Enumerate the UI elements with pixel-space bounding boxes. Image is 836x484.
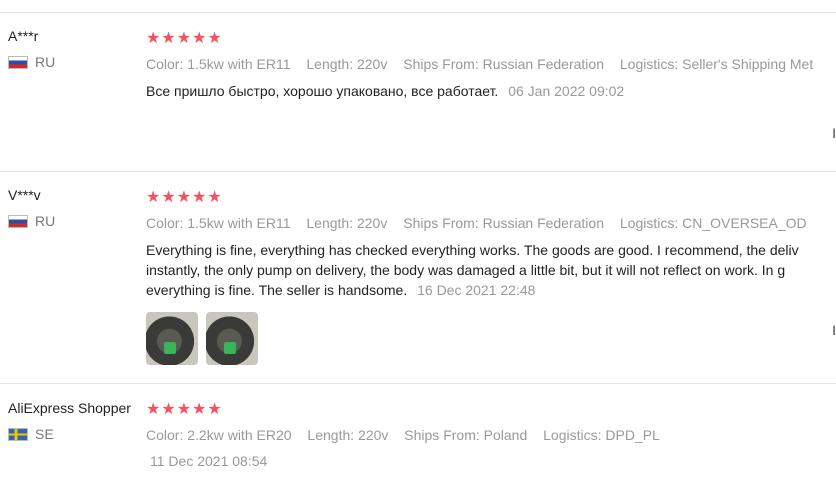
russia-flag-icon xyxy=(8,55,28,69)
logistics-label: Logistics: xyxy=(619,56,679,72)
logistics-value: DPD_PL xyxy=(605,427,660,443)
sku-attributes: Color: 1.5kw with ER11 Length: 220v Ship… xyxy=(146,56,836,72)
review-date: 16 Dec 2021 22:48 xyxy=(417,282,536,298)
ships-from-value: Russian Federation xyxy=(482,215,604,231)
review-photo-thumbnail[interactable] xyxy=(146,312,198,365)
review-content: ★★★★★ Color: 2.2kw with ER20 Length: 220… xyxy=(146,401,836,469)
review-item: A***r RU ★★★★★ Color: 1.5kw with ER11 Le… xyxy=(0,12,836,171)
sweden-flag-icon xyxy=(8,427,28,441)
length-value: 220v xyxy=(356,215,388,231)
review-body-line: everything is fine. The seller is handso… xyxy=(146,282,408,298)
helpful-button[interactable]: I xyxy=(832,322,836,338)
country-code: RU xyxy=(35,54,56,70)
length-label: Length: xyxy=(306,215,354,231)
review-text: Все пришло быстро, хорошо упаковано, все… xyxy=(146,81,836,101)
logistics-label: Logistics: xyxy=(543,427,602,443)
length-value: 220v xyxy=(356,56,388,72)
helpful-button[interactable]: I xyxy=(832,125,836,141)
color-label: Color: xyxy=(146,56,184,72)
review-body-line: instantly, the only pump on delivery, th… xyxy=(146,262,786,278)
reviewer-name: A***r xyxy=(8,28,39,44)
color-value: 2.2kw with ER20 xyxy=(187,427,292,443)
review-content: ★★★★★ Color: 1.5kw with ER11 Length: 220… xyxy=(146,30,836,101)
review-photos xyxy=(146,312,836,365)
review-item: V***v RU ★★★★★ Color: 1.5kw with ER11 Le… xyxy=(0,171,836,383)
ships-from-label: Ships From: xyxy=(403,215,479,231)
review-photo-thumbnail[interactable] xyxy=(206,312,258,365)
ships-from-value: Russian Federation xyxy=(482,56,604,72)
reviewer-country: RU xyxy=(8,213,143,229)
length-value: 220v xyxy=(358,427,389,443)
ships-from-label: Ships From: xyxy=(403,56,479,72)
logistics-label: Logistics: xyxy=(619,215,679,231)
star-rating: ★★★★★ xyxy=(146,189,223,206)
review-date: 06 Jan 2022 09:02 xyxy=(508,83,625,99)
review-content: ★★★★★ Color: 1.5kw with ER11 Length: 220… xyxy=(146,189,836,365)
reviewer-country: RU xyxy=(8,54,143,70)
ships-from-value: Poland xyxy=(483,427,528,443)
star-rating: ★★★★★ xyxy=(146,30,223,47)
country-code: RU xyxy=(35,213,56,229)
color-label: Color: xyxy=(146,427,184,443)
reviewer-info: V***v RU xyxy=(8,187,143,229)
review-body-line: Everything is fine, everything has check… xyxy=(146,242,799,258)
reviewer-info: A***r RU xyxy=(8,28,143,70)
reviewer-info: AliExpress Shopper SE xyxy=(8,400,143,442)
russia-flag-icon xyxy=(8,214,28,228)
country-code: SE xyxy=(35,426,54,442)
color-label: Color: xyxy=(146,215,184,231)
length-label: Length: xyxy=(306,56,354,72)
review-body: Все пришло быстро, хорошо упаковано, все… xyxy=(146,83,499,99)
reviewer-name: AliExpress Shopper xyxy=(8,400,131,416)
review-text: Everything is fine, everything has check… xyxy=(146,240,836,300)
color-value: 1.5kw with ER11 xyxy=(187,215,291,231)
ships-from-label: Ships From: xyxy=(404,427,480,443)
review-date: 11 Dec 2021 08:54 xyxy=(150,453,268,469)
review-item: AliExpress Shopper SE ★★★★★ Color: 2.2kw… xyxy=(0,383,836,484)
reviewer-name: V***v xyxy=(8,187,41,203)
reviewer-country: SE xyxy=(8,426,143,442)
length-label: Length: xyxy=(307,427,355,443)
color-value: 1.5kw with ER11 xyxy=(187,56,291,72)
star-rating: ★★★★★ xyxy=(146,401,223,418)
sku-attributes: Color: 1.5kw with ER11 Length: 220v Ship… xyxy=(146,215,836,231)
logistics-value: CN_OVERSEA_OD xyxy=(682,215,807,231)
sku-attributes: Color: 2.2kw with ER20 Length: 220v Ship… xyxy=(146,427,836,443)
logistics-value: Seller's Shipping Met xyxy=(682,56,814,72)
